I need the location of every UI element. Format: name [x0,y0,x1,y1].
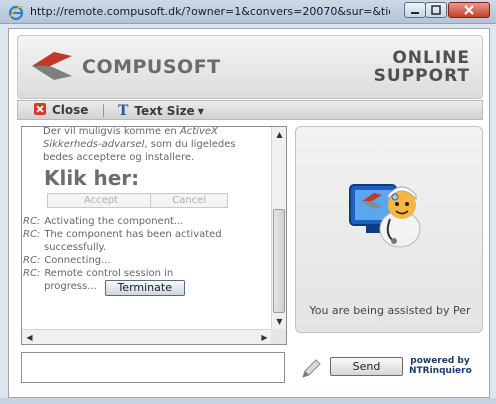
window-url: http://remote.compusoft.dk/?owner=1&conv… [30,5,390,18]
title-line-1: ONLINE [392,48,470,68]
powered-by: powered by NTRinquiero [409,356,472,376]
powered-by-label: powered by [410,356,470,366]
log-continuation: successfully. [44,242,107,253]
log-prefix: RC: [23,216,41,227]
log-line: RC: Remote control session in progress...… [22,267,272,296]
scroll-left-icon[interactable]: ◀ [22,330,37,344]
activex-notice: Der vil muligvis komme en ActiveX Sikker… [22,127,272,164]
scroll-right-icon[interactable]: ▶ [257,330,272,344]
log-line: RC: Activating the component... [22,215,272,228]
log-prefix: RC: [23,268,41,279]
notice-text-2: , som du ligeledes [144,139,236,150]
message-input[interactable] [21,352,285,383]
log-continuation-text: progress... [44,281,97,292]
accept-button[interactable]: Accept [47,193,155,208]
powered-by-brand: NTRinquiero [409,366,472,376]
text-size-label: Text Size [134,104,195,118]
close-label: Close [52,103,89,117]
agent-panel: You are being assisted by Per [295,126,483,333]
log-line: RC: The component has been activated succ… [22,228,272,254]
maximize-button[interactable] [425,2,447,18]
browser-icon [8,5,24,21]
scroll-down-icon[interactable]: ▼ [272,314,286,329]
log-prefix: RC: [23,255,41,266]
online-support-title: ONLINE SUPPORT [374,49,470,85]
log-continuation: progress... Terminate [23,280,272,296]
session-log: RC: Activating the component... RC: The co… [22,215,272,296]
window-title-bar: http://remote.compusoft.dk/?owner=1&conv… [0,0,496,24]
scrollbar-corner [271,329,286,344]
scroll-up-icon[interactable]: ▲ [272,127,286,142]
header-banner: COMPUSOFT ONLINE SUPPORT [17,35,483,99]
window-close-button[interactable] [448,2,490,18]
terminate-button[interactable]: Terminate [104,280,185,296]
logo-text: COMPUSOFT [82,56,221,78]
log-line: RC: Connecting... [22,254,272,267]
notice-activex: ActiveX [179,127,218,137]
chat-content: Der vil muligvis komme en ActiveX Sikker… [22,127,272,329]
click-here-heading: Klik her: [44,166,140,190]
notice-warning: Sikkerheds-advarsel [43,139,145,150]
log-text: Activating the component... [44,216,184,227]
pen-icon [300,358,322,380]
consent-buttons: Accept Cancel [22,193,272,211]
page-frame: COMPUSOFT ONLINE SUPPORT Close T Text Siz… [8,28,490,398]
close-icon [34,103,46,115]
vertical-scrollbar[interactable]: ▲ ▼ [271,127,286,329]
log-text: Remote control session in [44,268,174,279]
notice-text-3: bedes acceptere og installere. [43,152,195,163]
notice-text-1: Der vil muligvis komme en [43,127,177,137]
scroll-thumb[interactable] [273,209,285,313]
title-line-2: SUPPORT [373,66,470,86]
text-size-menu[interactable]: T Text Size ▼ [118,103,204,119]
cancel-button[interactable]: Cancel [150,193,229,208]
text-size-icon: T [118,103,129,119]
minimize-button[interactable] [404,2,426,18]
toolbar: Close T Text Size ▼ [17,100,483,120]
horizontal-scrollbar[interactable]: ◀ ▶ [22,329,272,344]
close-button[interactable]: Close [34,103,88,117]
chevron-down-icon: ▼ [197,107,204,116]
window-bottom-border [0,398,496,404]
log-text: Connecting... [44,255,111,266]
send-button[interactable]: Send [330,357,403,376]
support-agent-avatar-icon [344,171,428,255]
chat-transcript: Der vil muligvis komme en ActiveX Sikker… [21,126,287,345]
compusoft-logo-icon [28,48,76,88]
log-prefix: RC: [23,229,41,240]
assisted-by-text: You are being assisted by Per [309,304,471,317]
log-text: The component has been activated [44,229,222,240]
toolbar-divider [103,104,104,117]
